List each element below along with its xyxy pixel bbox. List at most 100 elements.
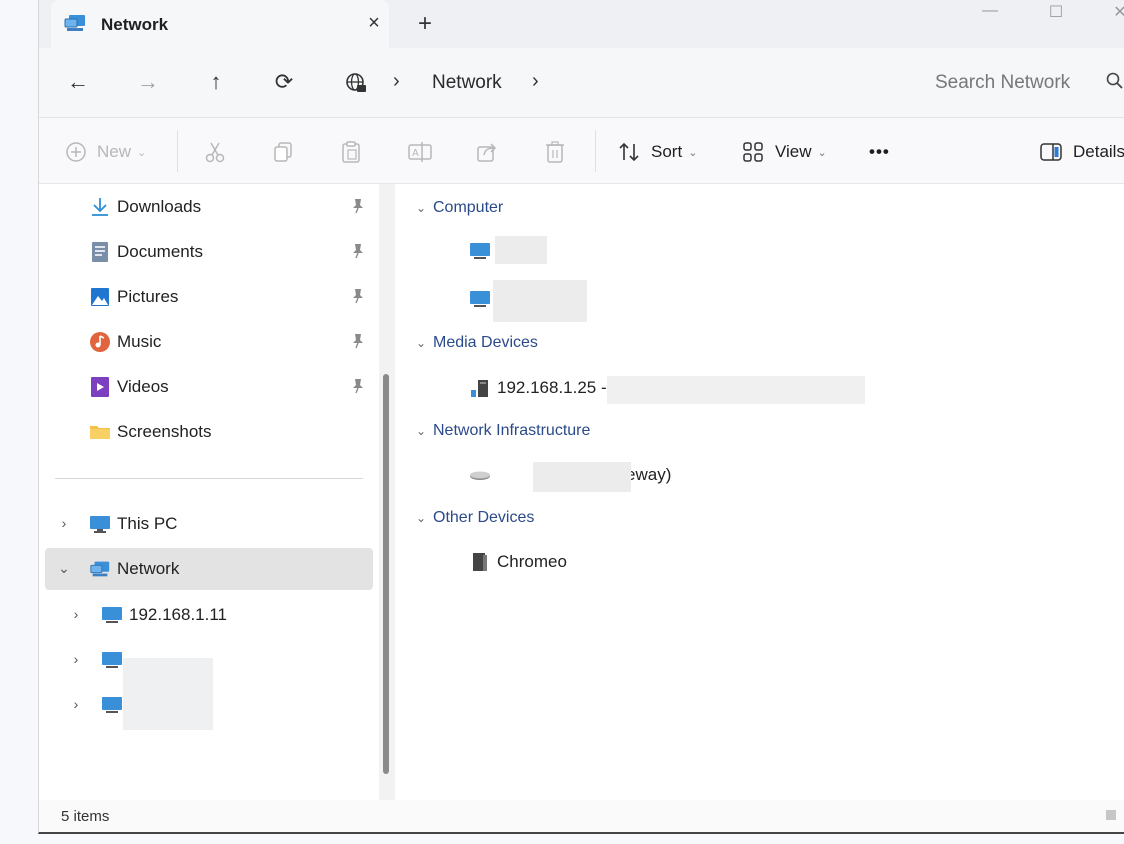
navigation-pane: Downloads Documents Pictures Music Video… (39, 184, 379, 800)
refresh-button[interactable]: ⟳ (269, 68, 299, 98)
close-tab-icon[interactable]: × (364, 12, 384, 34)
computer-icon (470, 243, 490, 259)
group-header-computer[interactable]: ⌄ Computer (413, 196, 503, 220)
sidebar-item-network-child[interactable]: › (55, 684, 373, 726)
paste-button[interactable] (339, 138, 363, 166)
network-icon (64, 15, 85, 31)
redacted-region (533, 462, 631, 492)
new-button[interactable]: New ⌄ (65, 138, 146, 166)
view-button[interactable]: View ⌄ (741, 138, 827, 166)
sidebar-item-network-child[interactable]: › (55, 639, 373, 681)
chevron-down-icon: ⌄ (688, 146, 698, 159)
chevron-right-icon[interactable]: › (69, 696, 83, 712)
file-explorer-window: Network × + — ☐ ✕ ← → ↑ ⟳ › Network › Se… (38, 0, 1124, 834)
network-icon (90, 561, 110, 577)
more-options-button[interactable]: ••• (869, 138, 890, 166)
address-bar[interactable]: › Network › (331, 58, 901, 108)
delete-button[interactable] (543, 138, 567, 166)
sort-icon (619, 142, 639, 162)
sidebar-item-network[interactable]: ⌄ Network (45, 548, 373, 590)
copy-button[interactable] (271, 138, 295, 166)
details-pane-button[interactable]: Details (1039, 138, 1124, 166)
sidebar-item-this-pc[interactable]: › This PC (55, 503, 373, 545)
router-icon (470, 471, 490, 480)
chevron-right-icon[interactable]: › (69, 651, 83, 667)
item-count: 5 items (61, 808, 110, 825)
navigation-bar: ← → ↑ ⟳ › Network › Search Network (39, 48, 1124, 118)
tab-network[interactable]: Network × (51, 0, 389, 48)
device-icon (473, 553, 487, 571)
sidebar-item-documents[interactable]: Documents (55, 231, 373, 273)
chevron-down-icon: ⌄ (817, 146, 827, 159)
media-server-icon (471, 380, 488, 397)
list-item[interactable]: 192.168.1.25 - : (469, 373, 616, 403)
documents-icon (92, 242, 108, 262)
toolbar-divider (595, 130, 596, 172)
sort-button[interactable]: Sort ⌄ (617, 138, 697, 166)
sidebar-item-videos[interactable]: Videos (55, 366, 373, 408)
sidebar-item-screenshots[interactable]: Screenshots (55, 411, 373, 453)
cut-button[interactable] (203, 138, 227, 166)
pin-icon[interactable] (351, 243, 365, 259)
share-button[interactable] (475, 138, 499, 166)
plus-circle-icon (66, 142, 86, 162)
sidebar-item-downloads[interactable]: Downloads (55, 186, 373, 228)
scrollbar-thumb[interactable] (383, 374, 389, 774)
scissors-icon (205, 142, 225, 163)
list-item[interactable] (469, 236, 497, 266)
chevron-down-icon: ⌄ (415, 201, 427, 215)
view-grid-icon (743, 142, 763, 162)
videos-icon (91, 377, 109, 397)
chevron-down-icon: ⌄ (137, 146, 147, 159)
group-header-network-infrastructure[interactable]: ⌄ Network Infrastructure (413, 419, 590, 443)
breadcrumb-chevron-icon[interactable]: › (393, 70, 400, 93)
pin-icon[interactable] (351, 198, 365, 214)
pin-icon[interactable] (351, 333, 365, 349)
close-window-button[interactable]: ✕ (1105, 2, 1124, 22)
new-tab-button[interactable]: + (411, 11, 439, 39)
tab-title: Network (101, 15, 169, 34)
status-bar: 5 items (39, 800, 1124, 832)
computer-icon (90, 516, 110, 533)
chevron-down-icon[interactable]: ⌄ (57, 560, 71, 577)
sidebar-item-network-child[interactable]: › 192.168.1.11 (55, 594, 373, 636)
rename-icon: A (408, 142, 432, 162)
chevron-right-icon[interactable]: › (57, 515, 71, 531)
rename-button[interactable]: A (407, 138, 433, 166)
breadcrumb-chevron-icon[interactable]: › (532, 70, 539, 93)
music-icon (90, 332, 110, 352)
pin-icon[interactable] (351, 378, 365, 394)
minimize-button[interactable]: — (975, 2, 1005, 20)
up-button[interactable]: ↑ (201, 68, 231, 98)
file-list: ⌄ Computer ⌄ Media Devices 192.168.1.25 … (399, 184, 1124, 800)
search-box[interactable]: Search Network (917, 58, 1124, 108)
command-bar: New ⌄ A Sort ⌄ View ⌄ ••• Details (39, 118, 1124, 184)
forward-button[interactable]: → (133, 68, 163, 98)
chevron-right-icon[interactable]: › (69, 606, 83, 622)
group-header-media-devices[interactable]: ⌄ Media Devices (413, 331, 538, 355)
maximize-button[interactable]: ☐ (1041, 2, 1071, 22)
sidebar-item-music[interactable]: Music (55, 321, 373, 363)
trash-icon (546, 141, 564, 163)
pin-icon[interactable] (351, 288, 365, 304)
list-item[interactable]: Chromeo (469, 547, 567, 577)
view-toggle-icon[interactable] (1106, 810, 1116, 820)
sidebar-scrollbar[interactable] (379, 184, 395, 800)
title-bar: Network × + — ☐ ✕ (39, 0, 1124, 48)
back-button[interactable]: ← (63, 68, 93, 98)
chevron-down-icon: ⌄ (415, 424, 427, 438)
chevron-down-icon: ⌄ (415, 511, 427, 525)
svg-text:A: A (412, 148, 419, 159)
computer-icon (102, 607, 122, 623)
globe-network-icon (346, 73, 366, 92)
share-icon (477, 143, 497, 162)
chevron-down-icon: ⌄ (415, 336, 427, 350)
copy-icon (274, 142, 292, 162)
computer-icon (470, 291, 490, 307)
breadcrumb-network[interactable]: Network (432, 72, 502, 94)
group-header-other-devices[interactable]: ⌄ Other Devices (413, 506, 534, 530)
toolbar-divider (177, 130, 178, 172)
sidebar-item-pictures[interactable]: Pictures (55, 276, 373, 318)
search-input[interactable]: Search Network (935, 72, 1070, 94)
folder-icon (90, 426, 110, 439)
